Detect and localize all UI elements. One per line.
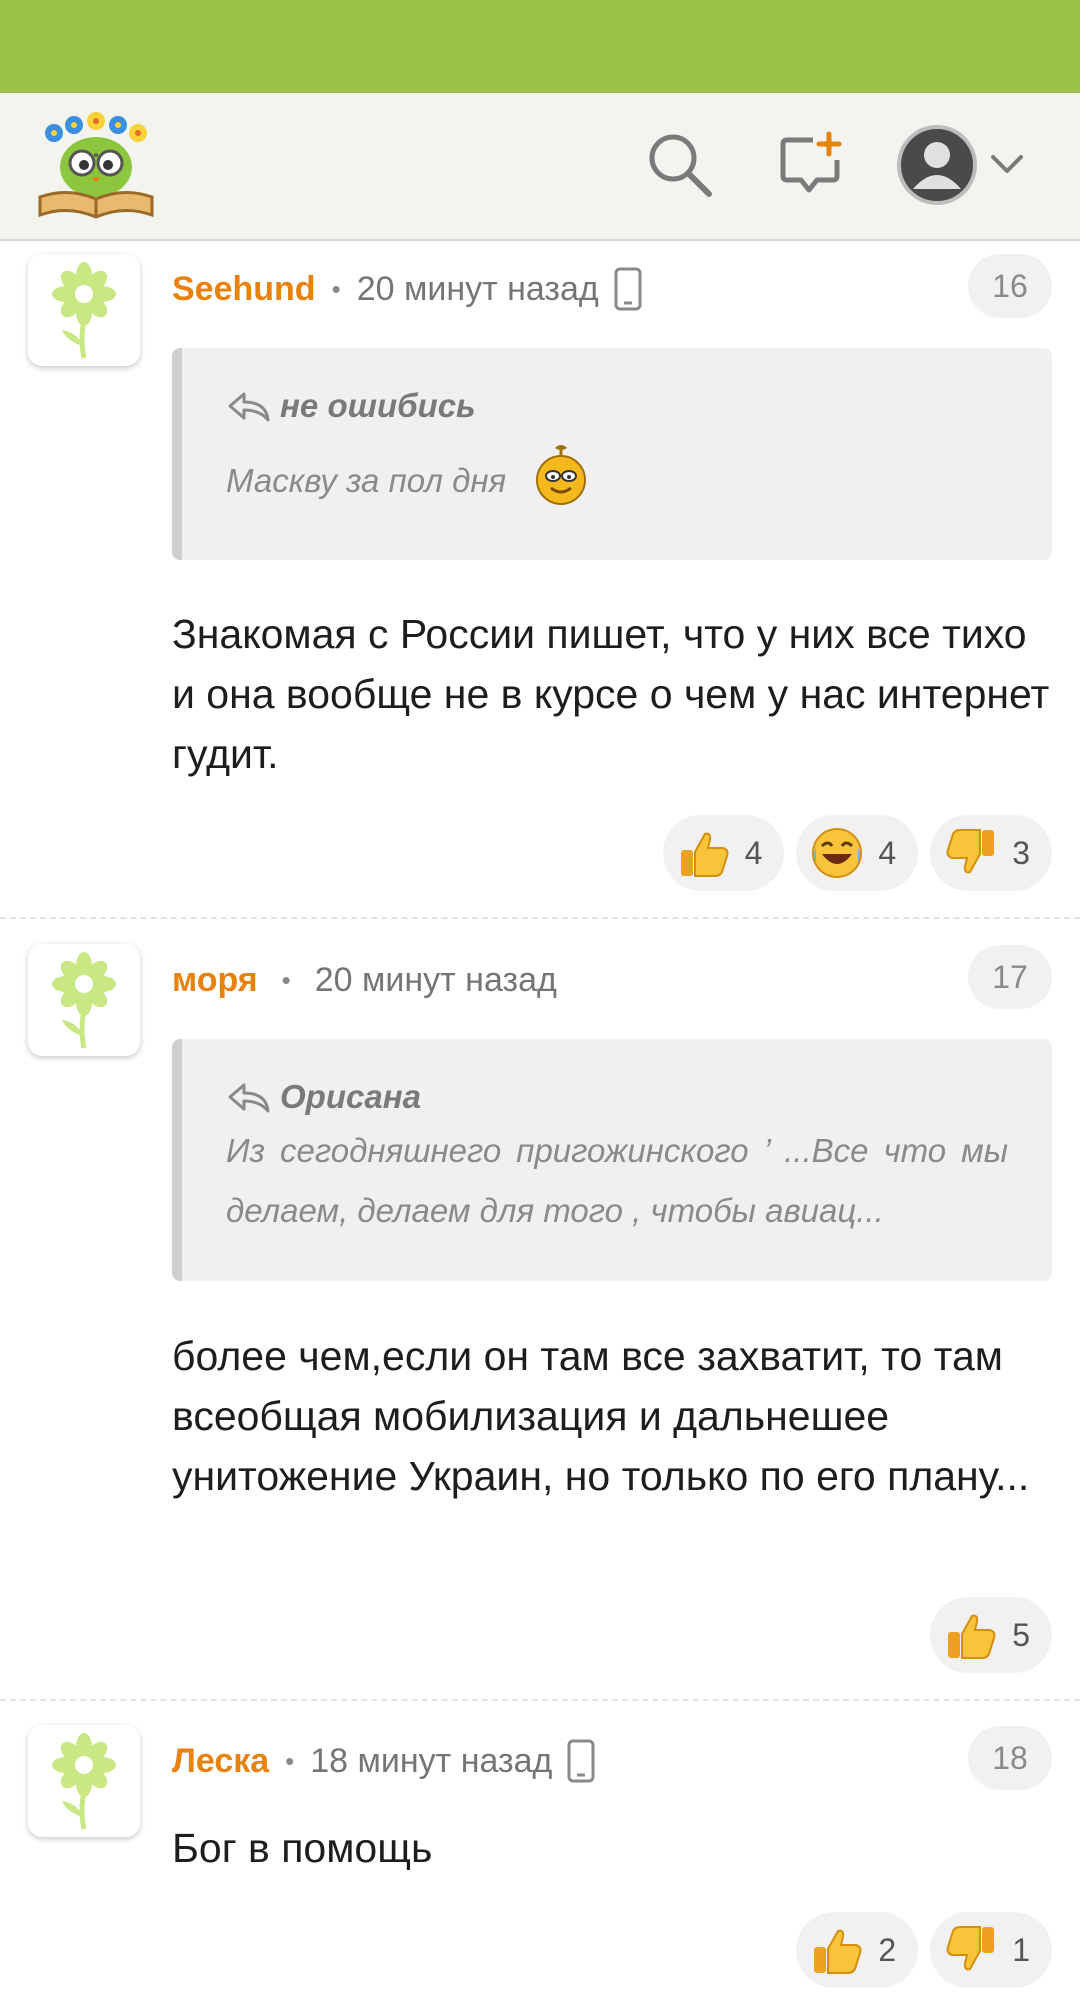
reply-arrow-icon — [228, 1083, 270, 1113]
separator-dot: • — [331, 273, 341, 304]
thumbs-up-icon — [677, 826, 731, 880]
thumbs-up-icon — [944, 1608, 998, 1662]
separator-dot: • — [285, 1745, 295, 1776]
reaction-like-button[interactable]: 4 — [662, 815, 785, 891]
reactions-bar: 2 1 — [796, 1912, 1052, 1988]
new-comment-icon — [777, 130, 847, 205]
reaction-dislike-button[interactable]: 3 — [930, 815, 1052, 891]
reaction-like-button[interactable]: 5 — [930, 1597, 1052, 1673]
quote-block[interactable]: не ошибись Маскву за пол дня — [172, 348, 1052, 560]
avatar[interactable] — [28, 254, 140, 366]
quote-header: не ошибись — [226, 384, 1008, 428]
thumbs-down-icon — [944, 826, 998, 880]
reply-arrow-icon — [228, 392, 270, 422]
reactions-bar: 5 — [930, 1597, 1052, 1673]
user-avatar-icon — [895, 123, 979, 212]
top-app-header — [0, 93, 1080, 241]
status-bar — [0, 0, 1080, 93]
comment-meta: Леска • 18 минут назад — [172, 1736, 596, 1786]
search-button[interactable] — [636, 123, 724, 211]
reaction-count: 4 — [878, 834, 897, 871]
user-menu-button[interactable] — [890, 123, 1030, 211]
chevron-down-icon — [989, 153, 1025, 182]
comment-text: Знакомая с России пишет, что у них все т… — [172, 611, 1050, 777]
quote-header: Орисана — [226, 1075, 1008, 1119]
reactions-bar: 4 4 3 — [662, 815, 1052, 891]
comment-number-badge[interactable]: 17 — [968, 945, 1052, 1009]
comment-number-badge[interactable]: 18 — [968, 1726, 1052, 1790]
flower-avatar-icon — [52, 952, 116, 1049]
reaction-count: 5 — [1012, 1616, 1030, 1653]
reaction-laugh-button[interactable]: 4 — [796, 815, 919, 891]
comment-time: 20 минут назад — [356, 269, 599, 308]
quote-text-content: Маскву за пол дня — [226, 462, 507, 500]
quote-author: Орисана — [280, 1078, 421, 1115]
comment-author[interactable]: Seehund — [172, 270, 316, 309]
owl-on-book-logo[interactable] — [32, 111, 160, 223]
reaction-dislike-button[interactable]: 1 — [930, 1912, 1052, 1988]
separator-dot: • — [281, 964, 291, 995]
quote-block[interactable]: Орисана Из сегодняшнего пригожинского ’ … — [172, 1039, 1052, 1281]
mobile-phone-icon — [613, 266, 643, 312]
flower-avatar-icon — [52, 262, 116, 359]
comment-divider — [0, 917, 1080, 919]
quote-text: Из сегодняшнего пригожинского ’ ...Все ч… — [226, 1132, 1008, 1229]
comment-meta: моря • 20 минут назад — [172, 955, 557, 1005]
reaction-count: 3 — [1012, 834, 1030, 871]
flower-avatar-icon — [52, 1733, 116, 1830]
reaction-count: 4 — [744, 834, 763, 871]
comment-text: более чем,если он там все захватит, то т… — [172, 1333, 1030, 1499]
comment-author[interactable]: Леска — [172, 1742, 269, 1781]
reaction-like-button[interactable]: 2 — [796, 1912, 919, 1988]
comment-meta: Seehund • 20 минут назад — [172, 264, 643, 314]
reaction-count: 1 — [1012, 1931, 1030, 1968]
comment-time: 20 минут назад — [314, 960, 557, 999]
comment-author[interactable]: моря — [172, 961, 258, 1000]
thumbs-up-icon — [810, 1923, 864, 1977]
reaction-count: 2 — [878, 1931, 897, 1968]
search-icon — [645, 130, 715, 205]
comment-divider — [0, 1699, 1080, 1701]
mobile-phone-icon — [566, 1738, 596, 1784]
smiley-emoticon-icon — [533, 442, 589, 525]
quote-text: Маскву за пол дня — [226, 442, 1008, 525]
avatar[interactable] — [28, 944, 140, 1056]
comment-text: Бог в помощь — [172, 1825, 433, 1871]
laughing-face-icon — [810, 826, 864, 880]
quote-author: не ошибись — [280, 387, 476, 424]
comment-number-badge[interactable]: 16 — [968, 254, 1052, 318]
thumbs-down-icon — [944, 1923, 998, 1977]
comment-time: 18 минут назад — [310, 1741, 553, 1780]
new-comment-button[interactable] — [768, 123, 856, 211]
avatar[interactable] — [28, 1725, 140, 1837]
